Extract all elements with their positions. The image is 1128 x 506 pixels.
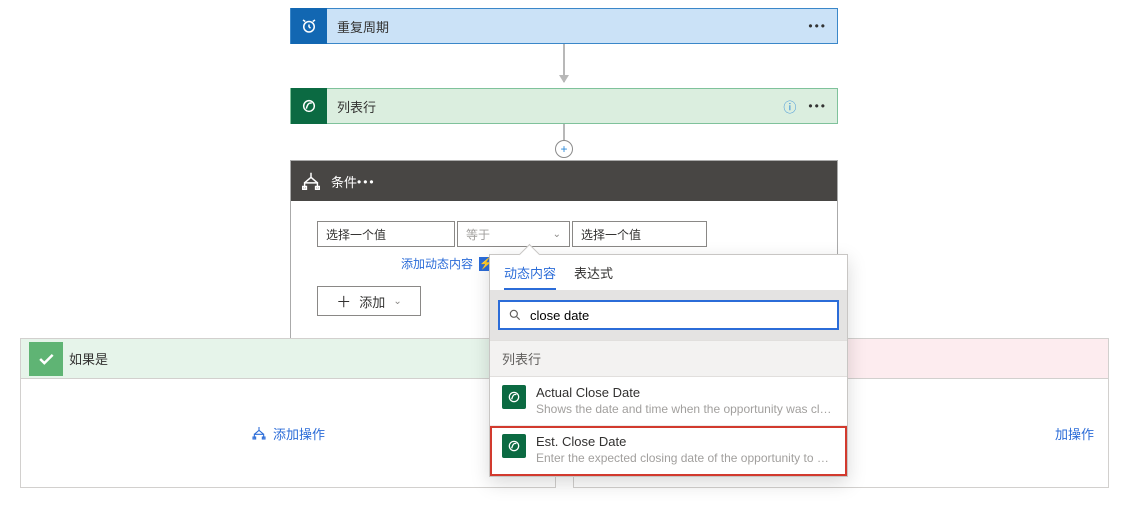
condition-right-value[interactable]: 选择一个值 <box>572 221 707 247</box>
condition-left-placeholder: 选择一个值 <box>326 226 386 243</box>
condition-operator-label: 等于 <box>466 226 490 243</box>
condition-operator-dropdown[interactable]: 等于 ⌄ <box>457 221 570 247</box>
node-list-rows[interactable]: 列表行 ⓘ ••• <box>290 88 838 124</box>
alarm-clock-icon <box>291 8 327 44</box>
help-icon[interactable]: ⓘ <box>783 97 796 116</box>
flyout-item-actual-close-date[interactable]: Actual Close Date Shows the date and tim… <box>490 377 847 426</box>
node-list-rows-title: 列表行 <box>327 97 783 116</box>
node-recurrence[interactable]: 重复周期 ••• <box>290 8 838 44</box>
dataverse-icon <box>502 434 526 458</box>
branch-yes-add-action-label: 添加操作 <box>273 424 325 443</box>
condition-right-placeholder: 选择一个值 <box>581 226 641 243</box>
condition-menu[interactable]: ••• <box>357 175 376 189</box>
branch-yes-header[interactable]: 如果是 <box>21 339 555 379</box>
flyout-search[interactable] <box>498 300 839 330</box>
flyout-item-label: Est. Close Date <box>536 434 835 451</box>
plus-icon: ＋ <box>336 291 351 312</box>
dynamic-content-flyout: 动态内容 表达式 列表行 Actual Close Date Shows the… <box>489 254 848 477</box>
check-icon <box>29 342 63 376</box>
dataverse-icon <box>291 88 327 124</box>
flyout-section-header: 列表行 <box>490 340 847 377</box>
chevron-down-icon: ⌄ <box>553 229 561 240</box>
tab-expression[interactable]: 表达式 <box>574 263 613 290</box>
branch-no-add-action-label: 加操作 <box>1055 424 1094 443</box>
branch-yes-add-action[interactable]: 添加操作 <box>251 424 325 443</box>
flyout-item-label: Actual Close Date <box>536 385 835 402</box>
dataverse-icon <box>502 385 526 409</box>
condition-icon <box>291 161 331 201</box>
search-icon <box>508 308 522 322</box>
chevron-down-icon: ⌄ <box>393 296 401 307</box>
insert-step-button[interactable]: + <box>555 140 573 158</box>
flyout-item-est-close-date[interactable]: Est. Close Date Enter the expected closi… <box>490 426 847 475</box>
condition-left-value[interactable]: 选择一个值 <box>317 221 455 247</box>
node-list-rows-menu[interactable]: ••• <box>808 100 827 112</box>
add-dynamic-content-link[interactable]: 添加动态内容 <box>401 255 473 272</box>
tab-dynamic-content[interactable]: 动态内容 <box>504 263 556 290</box>
node-recurrence-menu[interactable]: ••• <box>808 20 827 32</box>
condition-header[interactable]: 条件 ••• <box>291 161 837 201</box>
connector-arrow <box>563 44 565 82</box>
branch-yes-title: 如果是 <box>63 349 108 368</box>
node-recurrence-title: 重复周期 <box>327 17 808 36</box>
add-action-icon <box>251 425 267 441</box>
flyout-search-input[interactable] <box>530 308 829 323</box>
condition-title: 条件 <box>331 172 357 191</box>
flyout-item-desc: Enter the expected closing date of the o… <box>536 451 835 467</box>
branch-no-add-action[interactable]: 加操作 <box>1055 424 1108 443</box>
condition-add-group-button[interactable]: ＋ 添加 ⌄ <box>317 286 421 316</box>
flyout-item-desc: Shows the date and time when the opportu… <box>536 402 835 418</box>
branch-if-yes: 如果是 添加操作 <box>20 338 556 488</box>
condition-add-label: 添加 <box>359 292 385 311</box>
